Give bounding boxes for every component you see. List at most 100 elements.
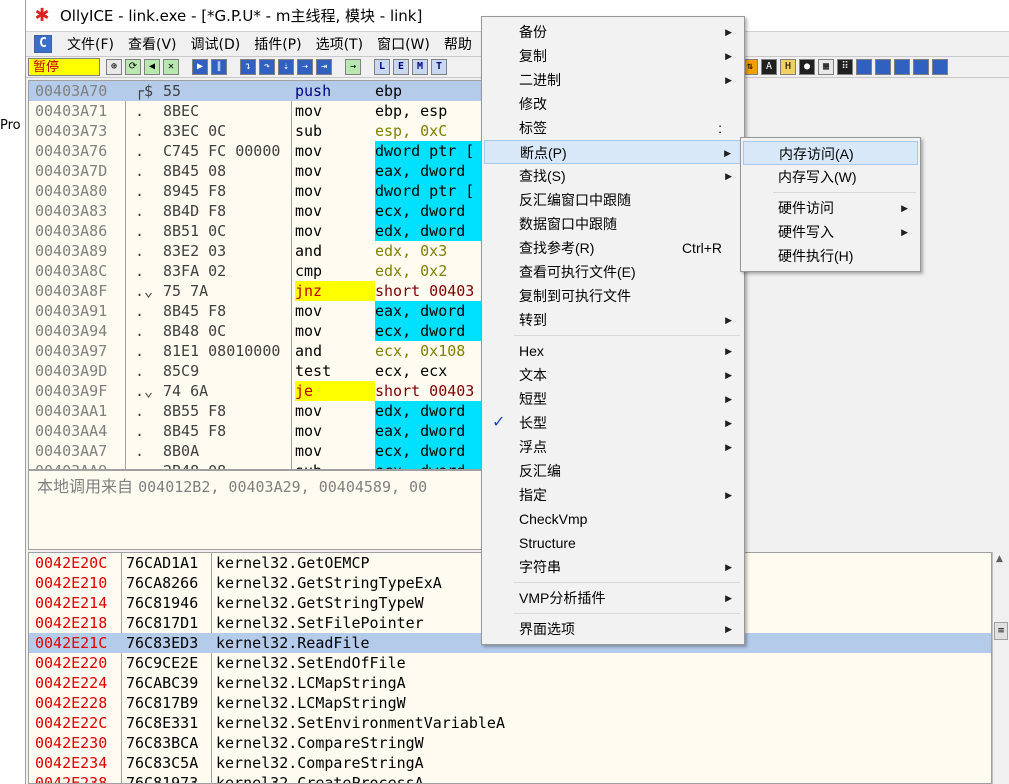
toolbar-letter-m[interactable]: M — [412, 59, 428, 75]
disassembly-pane[interactable]: 00403A70 ┌$ 55 push ebp 00403A71. 8BEC mov ebp, … — [28, 80, 493, 470]
menu-file[interactable]: 文件(F) — [60, 34, 121, 54]
menu-item[interactable]: 内存访问(A) — [743, 141, 918, 165]
menu-item[interactable]: 反汇编窗口中跟随 — [484, 188, 742, 212]
disasm-row[interactable]: 00403A83. 8B4D F8 mov ecx, dword — [29, 201, 492, 221]
menu-item[interactable]: 硬件访问 ▶ — [743, 196, 918, 220]
disasm-row[interactable]: 00403A94. 8B48 0C mov ecx, dword — [29, 321, 492, 341]
menu-item[interactable]: 转到 ▶ — [484, 308, 742, 332]
disasm-row[interactable]: 00403A70 ┌$ 55 push ebp — [29, 81, 492, 101]
tool-blue2-icon[interactable] — [875, 59, 891, 75]
disasm-hex: 8B45 08 — [163, 162, 227, 180]
step-over-icon[interactable]: ↷ — [259, 59, 275, 75]
menu-item[interactable]: 硬件执行(H) — [743, 244, 918, 268]
tool-a-icon[interactable]: A — [761, 59, 777, 75]
menu-item[interactable]: 反汇编 — [484, 459, 742, 483]
tool-hb-icon[interactable]: H — [780, 59, 796, 75]
menu-item[interactable]: 备份 ▶ — [484, 20, 742, 44]
menu-item[interactable]: 数据窗口中跟随 — [484, 212, 742, 236]
disasm-row[interactable]: 00403A7D. 8B45 08 mov eax, dword — [29, 161, 492, 181]
cpu-window-button[interactable]: C — [34, 35, 52, 53]
menu-item[interactable]: 界面选项 ▶ — [484, 617, 742, 641]
disasm-row[interactable]: 00403A8F .⌄ 75 7A jnz short 00403 — [29, 281, 492, 301]
tool-blue1-icon[interactable] — [856, 59, 872, 75]
stack-value: 76C817D1 — [126, 614, 199, 632]
trace-over-icon[interactable]: ⇢ — [297, 59, 313, 75]
goto-icon[interactable]: → — [345, 59, 361, 75]
disasm-row[interactable]: 00403AA4. 8B45 F8 mov eax, dword — [29, 421, 492, 441]
menu-item[interactable]: 查找参考(R) Ctrl+R — [484, 236, 742, 260]
tool-grid-icon[interactable]: ▦ — [818, 59, 834, 75]
menu-plugins[interactable]: 插件(P) — [247, 34, 308, 54]
menu-item[interactable]: 复制 ▶ — [484, 44, 742, 68]
menu-item[interactable]: 长型 ✓ ▶ — [484, 411, 742, 435]
menu-help[interactable]: 帮助 — [437, 34, 479, 54]
toolbar-letter-e[interactable]: E — [393, 59, 409, 75]
app-bug-icon: ✱ — [34, 4, 50, 26]
open-icon[interactable]: ⟳ — [125, 59, 141, 75]
stack-row[interactable]: 0042E238 76C81973 kernel32.CreateProcessA — [29, 773, 991, 783]
disasm-row[interactable]: 00403A97. 81E1 08010000 and ecx, 0x108 — [29, 341, 492, 361]
stack-row[interactable]: 0042E228 76C817B9 kernel32.LCMapStringW — [29, 693, 991, 713]
disasm-row[interactable]: 00403A9D. 85C9 test ecx, ecx — [29, 361, 492, 381]
disasm-row[interactable]: 00403A9F .⌄ 74 6A je short 00403 — [29, 381, 492, 401]
menu-item[interactable]: VMP分析插件 ▶ — [484, 586, 742, 610]
tool-binary-icon[interactable]: ⠿ — [837, 59, 853, 75]
scroll-up-icon[interactable]: ▲ — [996, 554, 1003, 564]
execute-till-return-icon[interactable]: ⇥ — [316, 59, 332, 75]
menu-item[interactable]: 浮点 ▶ — [484, 435, 742, 459]
disasm-row[interactable]: 00403A8C. 83FA 02 cmp edx, 0x2 — [29, 261, 492, 281]
tool-blue3-icon[interactable] — [894, 59, 910, 75]
disasm-row[interactable]: 00403A89. 83E2 03 and edx, 0x3 — [29, 241, 492, 261]
menu-item[interactable]: 查看可执行文件(E) — [484, 260, 742, 284]
stack-row[interactable]: 0042E230 76C83BCA kernel32.CompareStringW — [29, 733, 991, 753]
menu-item[interactable]: 硬件写入 ▶ — [743, 220, 918, 244]
menu-options[interactable]: 选项(T) — [309, 34, 370, 54]
menu-debug[interactable]: 调试(D) — [184, 34, 248, 54]
disasm-marker: . — [135, 162, 145, 180]
menu-item[interactable]: 查找(S) ▶ — [484, 164, 742, 188]
tool-blue5-icon[interactable] — [932, 59, 948, 75]
disasm-row[interactable]: 00403A86. 8B51 0C mov edx, dword — [29, 221, 492, 241]
menu-item[interactable]: 复制到可执行文件 — [484, 284, 742, 308]
pause-icon[interactable]: ∥ — [211, 59, 227, 75]
stack-row[interactable]: 0042E220 76C9CE2E kernel32.SetEndOfFile — [29, 653, 991, 673]
trace-into-icon[interactable]: ⇣ — [278, 59, 294, 75]
menu-window[interactable]: 窗口(W) — [370, 34, 437, 54]
menu-item[interactable]: 断点(P) ▶ — [484, 140, 742, 164]
menu-item[interactable]: 文本 ▶ — [484, 363, 742, 387]
menu-item[interactable]: 修改 — [484, 92, 742, 116]
disasm-row[interactable]: 00403A71. 8BEC mov ebp, esp — [29, 101, 492, 121]
stack-row[interactable]: 0042E224 76CABC39 kernel32.LCMapStringA — [29, 673, 991, 693]
run-icon[interactable]: ▶ — [192, 59, 208, 75]
menu-item[interactable]: 短型 ▶ — [484, 387, 742, 411]
target-icon[interactable]: ⊕ — [106, 59, 122, 75]
stack-row[interactable]: 0042E234 76C83C5A kernel32.CompareStringA — [29, 753, 991, 773]
rewind-icon[interactable]: ◀ — [144, 59, 160, 75]
menu-item[interactable]: Hex ▶ — [484, 339, 742, 363]
stack-scrollbar[interactable]: ▲ ≡ — [992, 552, 1009, 784]
disasm-row[interactable]: 00403A80. 8945 F8 mov dword ptr [ — [29, 181, 492, 201]
menu-item[interactable]: 指定 ▶ — [484, 483, 742, 507]
disasm-row[interactable]: 00403A76. C745 FC 00000 mov dword ptr [ — [29, 141, 492, 161]
menu-item[interactable]: 内存写入(W) — [743, 165, 918, 189]
menu-item[interactable]: 二进制 ▶ — [484, 68, 742, 92]
menu-item[interactable]: Structure — [484, 531, 742, 555]
disasm-row[interactable]: 00403AA1. 8B55 F8 mov edx, dword — [29, 401, 492, 421]
step-into-icon[interactable]: ↴ — [240, 59, 256, 75]
disasm-row[interactable]: 00403A91. 8B45 F8 mov eax, dword — [29, 301, 492, 321]
toolbar-letter-t[interactable]: T — [431, 59, 447, 75]
scroll-thumb[interactable]: ≡ — [994, 622, 1008, 640]
disasm-row[interactable]: 00403AA9.2B48 08 subecx, dword — [29, 461, 492, 469]
disasm-row[interactable]: 00403AA7. 8B0A mov ecx, dword — [29, 441, 492, 461]
tool-blue4-icon[interactable] — [913, 59, 929, 75]
menu-item[interactable]: 标签: — [484, 116, 742, 140]
menu-item[interactable]: 字符串 ▶ — [484, 555, 742, 579]
disasm-row[interactable]: 00403A73. 83EC 0C sub esp, 0xC — [29, 121, 492, 141]
menu-view[interactable]: 查看(V) — [121, 34, 184, 54]
menu-item-label: 标签 — [519, 120, 547, 136]
close-icon[interactable]: ✕ — [163, 59, 179, 75]
toolbar-letter-l[interactable]: L — [374, 59, 390, 75]
stack-row[interactable]: 0042E22C 76C8E331 kernel32.SetEnvironmentV… — [29, 713, 991, 733]
tool-record-icon[interactable]: ● — [799, 59, 815, 75]
menu-item[interactable]: CheckVmp — [484, 507, 742, 531]
